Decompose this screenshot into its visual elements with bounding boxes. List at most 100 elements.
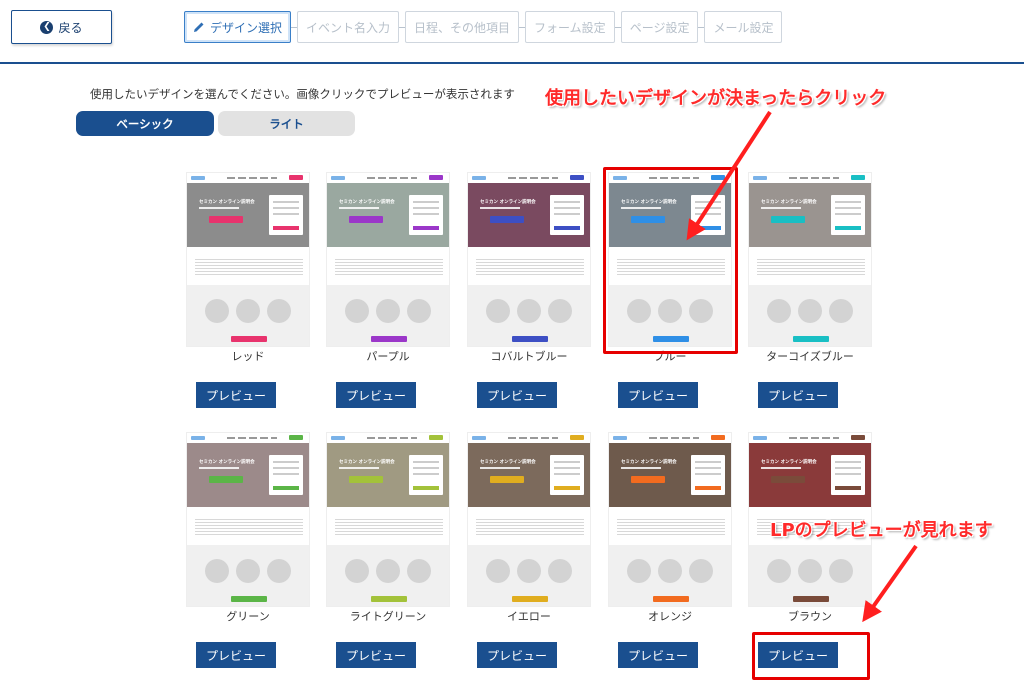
thumbnail-hero-subtitle: [199, 467, 239, 469]
thumbnail-form-line: [413, 207, 439, 209]
thumbnail-circle: [767, 299, 791, 323]
tab-light[interactable]: ライト: [218, 111, 355, 136]
thumbnail-nav: [468, 433, 590, 443]
design-thumbnail[interactable]: セミカン オンライン説明会: [326, 432, 450, 607]
thumbnail-hero-button: [490, 216, 524, 223]
thumbnail-hero: セミカン オンライン説明会: [749, 443, 871, 507]
thumbnail-form-line: [835, 473, 861, 475]
thumbnail-circles: [345, 559, 431, 583]
design-thumbnail[interactable]: セミカン オンライン説明会: [186, 432, 310, 607]
design-name: レッド: [231, 350, 265, 363]
thumbnail-circle: [407, 559, 431, 583]
thumbnail-circle: [689, 299, 713, 323]
thumbnail-nav: [187, 173, 309, 183]
design-thumbnail[interactable]: セミカン オンライン説明会: [186, 172, 310, 347]
thumbnail-cta: [371, 336, 407, 342]
design-thumbnail[interactable]: セミカン オンライン説明会: [748, 172, 872, 347]
step-event-name: イベント名入力: [297, 11, 400, 43]
design-type-tabs: ベーシック ライト: [76, 111, 355, 136]
design-thumbnail[interactable]: セミカン オンライン説明会: [608, 432, 732, 607]
thumbnail-cta: [793, 336, 829, 342]
preview-button[interactable]: プレビュー: [618, 642, 698, 668]
thumbnail-circle: [517, 299, 541, 323]
design-thumbnail[interactable]: セミカン オンライン説明会: [608, 172, 732, 347]
step-label: メール設定: [713, 20, 774, 35]
thumbnail-circle: [689, 559, 713, 583]
thumbnail-hero-title: セミカン オンライン説明会: [339, 460, 395, 465]
thumbnail-circle: [517, 559, 541, 583]
thumbnail-form-line: [273, 461, 299, 463]
thumbnail-circle: [798, 299, 822, 323]
thumbnail-hero-title: セミカン オンライン説明会: [339, 200, 395, 205]
thumbnail-nav: [327, 433, 449, 443]
header: ❮ 戻る デザイン選択 イベント名入力 日程、その他項目 フォーム設定 ページ設…: [0, 0, 1024, 64]
thumbnail-body-text: [757, 259, 865, 277]
thumbnail-nav-button: [570, 435, 584, 440]
step-design-select[interactable]: デザイン選択: [184, 11, 292, 43]
thumbnail-nav-links: [649, 437, 699, 439]
thumbnail-nav-button: [289, 435, 303, 440]
design-thumbnail[interactable]: セミカン オンライン説明会: [326, 172, 450, 347]
thumbnail-nav: [609, 173, 731, 183]
preview-button[interactable]: プレビュー: [196, 382, 276, 408]
thumbnail-form-line: [695, 213, 721, 215]
design-thumbnail[interactable]: セミカン オンライン説明会: [467, 432, 591, 607]
thumbnail-hero-title: セミカン オンライン説明会: [480, 460, 536, 465]
thumbnail-hero: セミカン オンライン説明会: [749, 183, 871, 247]
thumbnail-circle: [658, 559, 682, 583]
thumbnail-logo: [472, 176, 486, 180]
thumbnail-circle: [548, 559, 572, 583]
thumbnail-circles: [205, 299, 291, 323]
step-label: 日程、その他項目: [414, 20, 511, 35]
thumbnail-nav-links: [789, 177, 839, 179]
thumbnail-form-button: [695, 486, 721, 490]
thumbnail-circles: [767, 299, 853, 323]
design-name: ブラウン: [788, 610, 832, 623]
thumbnail-form-button: [554, 226, 580, 230]
thumbnail-circle: [236, 559, 260, 583]
preview-button[interactable]: プレビュー: [336, 642, 416, 668]
thumbnail-hero-subtitle: [621, 467, 661, 469]
thumbnail-form-button: [273, 486, 299, 490]
thumbnail-body-text: [195, 519, 303, 537]
design-thumbnail[interactable]: セミカン オンライン説明会: [467, 172, 591, 347]
chevron-left-icon: ❮: [40, 20, 54, 34]
thumbnail-form: [409, 195, 443, 235]
thumbnail-nav-button: [429, 435, 443, 440]
tab-basic[interactable]: ベーシック: [76, 111, 214, 136]
thumbnail-circle: [267, 559, 291, 583]
thumbnail-circles: [627, 559, 713, 583]
thumbnail-form-line: [273, 467, 299, 469]
preview-button[interactable]: プレビュー: [336, 382, 416, 408]
preview-button[interactable]: プレビュー: [758, 642, 838, 668]
thumbnail-hero: セミカン オンライン説明会: [468, 443, 590, 507]
thumbnail-form-line: [413, 201, 439, 203]
thumbnail-hero-subtitle: [199, 207, 239, 209]
thumbnail-form-line: [554, 461, 580, 463]
preview-button[interactable]: プレビュー: [196, 642, 276, 668]
preview-button[interactable]: プレビュー: [477, 642, 557, 668]
thumbnail-hero-title: セミカン オンライン説明会: [761, 460, 817, 465]
thumbnail-form: [691, 455, 725, 495]
thumbnail-nav-button: [711, 435, 725, 440]
thumbnail-circle: [627, 299, 651, 323]
thumbnail-form-line: [554, 201, 580, 203]
step-label: フォーム設定: [534, 20, 606, 35]
preview-button[interactable]: プレビュー: [477, 382, 557, 408]
preview-button[interactable]: プレビュー: [618, 382, 698, 408]
thumbnail-nav-links: [227, 437, 277, 439]
thumbnail-form-line: [554, 207, 580, 209]
thumbnail-form-button: [413, 226, 439, 230]
back-button[interactable]: ❮ 戻る: [11, 10, 112, 44]
design-name: ブルー: [653, 350, 687, 363]
thumbnail-body-text: [476, 519, 584, 537]
thumbnail-form: [831, 195, 865, 235]
thumbnail-form: [269, 455, 303, 495]
step-progress: デザイン選択 イベント名入力 日程、その他項目 フォーム設定 ページ設定 メール…: [184, 11, 783, 43]
thumbnail-circle: [236, 299, 260, 323]
thumbnail-nav-links: [508, 437, 558, 439]
thumbnail-hero-subtitle: [480, 467, 520, 469]
thumbnail-nav-links: [649, 177, 699, 179]
preview-button[interactable]: プレビュー: [758, 382, 838, 408]
thumbnail-form-button: [835, 486, 861, 490]
